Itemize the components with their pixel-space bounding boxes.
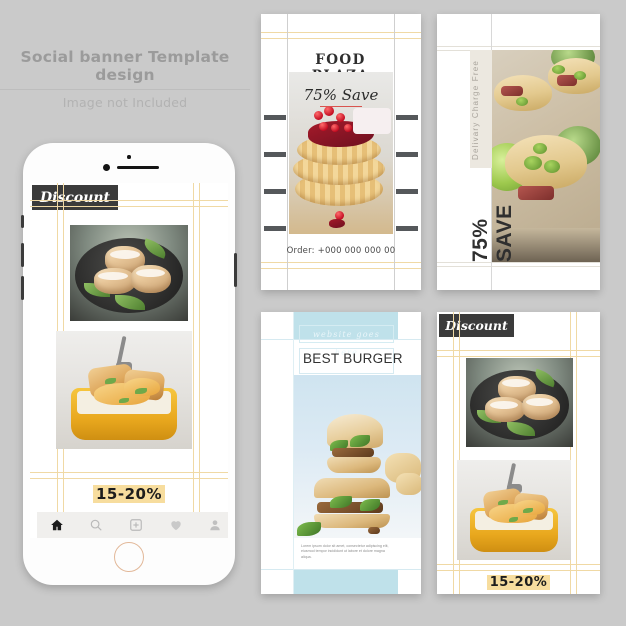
- page-title: Social banner Template design: [0, 48, 250, 90]
- page-subtitle: Image not Included: [62, 95, 188, 110]
- app-navigation-bar[interactable]: [37, 512, 228, 538]
- tick-mark: [264, 115, 286, 120]
- grid-line-h: [261, 268, 421, 270]
- volume-down-button[interactable]: [21, 276, 24, 300]
- grid-line-h: [437, 46, 600, 48]
- grid-line-h: [261, 262, 421, 264]
- card-discount-percent: 15-20%: [437, 575, 600, 590]
- search-icon[interactable]: [89, 518, 103, 532]
- banner-card-food-plaza[interactable]: FOOD PLAZA 75% Save Order: +000 000 000 …: [261, 14, 421, 290]
- grid-line-h: [261, 38, 421, 40]
- percent-symbol: %: [533, 575, 548, 590]
- tick-mark: [264, 152, 286, 157]
- phone-screen: Discount 15-20%: [30, 183, 228, 538]
- banner-card-discount[interactable]: Discount 15-20%: [437, 312, 600, 594]
- grid-line-h: [261, 32, 421, 34]
- tick-mark: [396, 226, 418, 231]
- card-photo-top: [466, 358, 573, 447]
- percent-symbol: %: [146, 485, 162, 503]
- grid-line-v: [576, 312, 578, 594]
- mute-switch[interactable]: [21, 215, 24, 228]
- phone-photo-bottom: [56, 331, 192, 449]
- card-save-headline: 75% SAVE: [469, 204, 516, 262]
- card-order-text[interactable]: Order: +000 000 000 00: [271, 246, 411, 256]
- underline-accent: [320, 106, 362, 108]
- card-photo-bottom: [457, 460, 571, 560]
- proximity-sensor-icon: [103, 164, 110, 171]
- card-photo-burgers: [294, 375, 421, 538]
- divider: [261, 569, 421, 570]
- percent-value: 15-20: [95, 485, 147, 503]
- earpiece-speaker: [117, 166, 159, 169]
- profile-icon[interactable]: [208, 518, 222, 532]
- percent-value: 15-20: [489, 575, 534, 590]
- banner-card-best-burger[interactable]: website goes here BEST BURGER Lorem ipsu…: [261, 312, 421, 594]
- grid-line-h: [437, 262, 600, 264]
- card-save-text: 75% Save: [289, 86, 393, 108]
- delivery-note-label: Delivary Charge Free: [471, 59, 480, 161]
- tick-mark: [264, 189, 286, 194]
- heart-icon[interactable]: [169, 518, 183, 532]
- website-placeholder[interactable]: website goes here: [299, 325, 394, 357]
- front-camera-icon: [127, 155, 131, 159]
- banner-card-taco-save[interactable]: Delivary Charge Free 75% SAVE: [437, 14, 600, 290]
- grid-line-h: [437, 266, 600, 268]
- discount-badge-label: Discount: [445, 318, 508, 333]
- power-button[interactable]: [234, 253, 237, 287]
- phone-discount-percent: 15-20%: [30, 485, 228, 503]
- page-heading: Social banner Template design Image not …: [0, 48, 250, 110]
- home-icon[interactable]: [50, 518, 64, 532]
- tick-mark: [396, 152, 418, 157]
- discount-badge: Discount: [437, 312, 516, 339]
- discount-badge-label: Discount: [39, 189, 111, 206]
- smartphone-mockup: Discount 15-20%: [21, 143, 237, 585]
- home-button[interactable]: [114, 542, 144, 572]
- tick-mark: [396, 189, 418, 194]
- phone-photo-top: [70, 225, 188, 321]
- volume-up-button[interactable]: [21, 243, 24, 267]
- grid-line-v: [453, 312, 455, 594]
- save-label: 75% Save: [303, 86, 379, 104]
- card-title: BEST BURGER: [303, 351, 403, 366]
- tick-mark: [396, 115, 418, 120]
- add-icon[interactable]: [129, 518, 143, 532]
- tick-mark: [264, 226, 286, 231]
- card-body-text: Lorem ipsum dolor sit amet, consectetur …: [301, 544, 389, 559]
- discount-badge: Discount: [30, 183, 120, 212]
